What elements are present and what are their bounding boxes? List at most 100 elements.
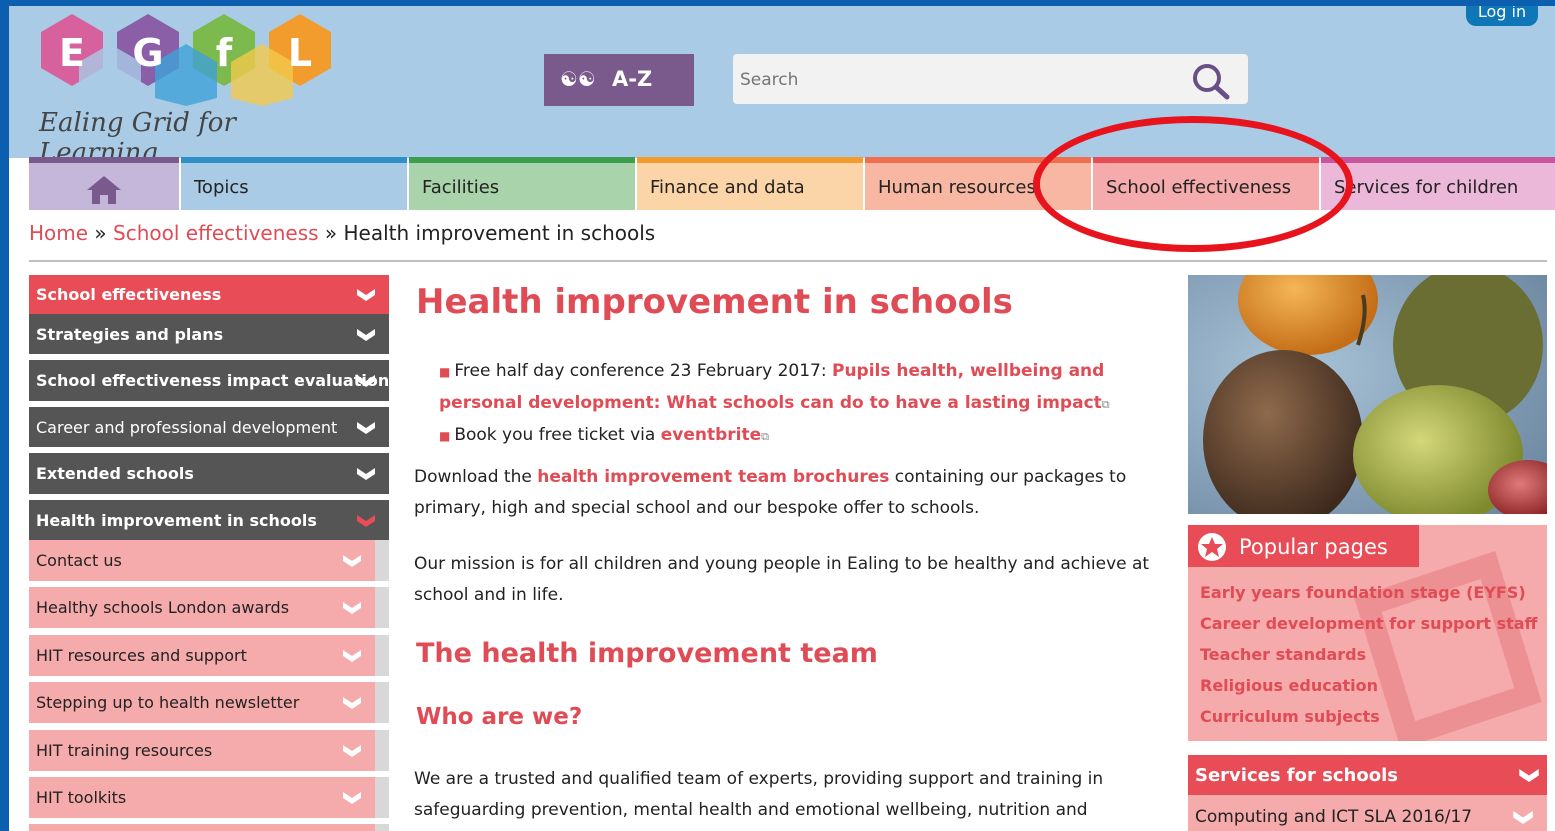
bullet-text: Free half day conference 23 February 201…: [454, 361, 832, 381]
left-menu-label: Health improvement in schools: [36, 511, 317, 530]
breadcrumb-current: Health improvement in schools: [343, 221, 656, 245]
left-menu-item[interactable]: School effectiveness: [29, 275, 389, 314]
left-menu-subitem[interactable]: HIT toolkits: [29, 777, 389, 818]
eventbrite-link[interactable]: eventbrite: [661, 425, 761, 445]
nav-home[interactable]: [29, 157, 179, 210]
nav-hr-label: Human resources: [878, 177, 1036, 198]
left-menu-label: School effectiveness: [36, 285, 222, 304]
breadcrumb-separator: »: [94, 221, 107, 245]
left-menu-subitem[interactable]: HIT training resources: [29, 730, 389, 771]
left-menu-item[interactable]: Career and professional development: [29, 407, 389, 447]
left-menu-sublabel: HIT resources and support: [36, 646, 247, 665]
popular-link[interactable]: Curriculum subjects: [1200, 707, 1380, 726]
nav-school-effectiveness-label: School effectiveness: [1106, 177, 1291, 198]
logo-letter-l: L: [288, 31, 312, 75]
popular-pages: Popular pages Early years foundation sta…: [1188, 525, 1547, 741]
paragraph-text: safeguarding prevention, mental health a…: [414, 800, 1088, 820]
chevron-down-icon: [343, 745, 361, 757]
a-z-button[interactable]: ☯☯ A-Z: [544, 54, 694, 106]
nav-topics-label: Topics: [194, 177, 249, 198]
popular-link[interactable]: Religious education: [1200, 676, 1378, 695]
logo-letter-g: G: [132, 31, 163, 75]
left-menu-label: Extended schools: [36, 464, 194, 483]
team-heading: The health improvement team: [416, 638, 878, 669]
search-box: [733, 54, 1248, 106]
page-title: Health improvement in schools: [416, 282, 1013, 322]
nav-school-effectiveness[interactable]: School effectiveness: [1093, 157, 1319, 210]
nav-finance-label: Finance and data: [650, 177, 805, 198]
search-input[interactable]: [733, 54, 1182, 106]
nav-services-label: Services for children: [1334, 177, 1519, 198]
popular-link[interactable]: Early years foundation stage (EYFS): [1200, 583, 1526, 602]
logo-letter-f: f: [216, 31, 233, 75]
nav-finance-and-data[interactable]: Finance and data: [637, 157, 863, 210]
left-menu-subitem[interactable]: Healthy schools London awards: [29, 587, 389, 628]
popular-pages-header: Popular pages: [1188, 525, 1419, 567]
chevron-down-icon: [343, 792, 361, 804]
chevron-down-icon: [357, 422, 375, 434]
login-button[interactable]: Log in: [1466, 6, 1538, 26]
left-menu-label: School effectiveness impact evaluation: [36, 371, 390, 390]
left-menu-subitem[interactable]: HIT resources and support: [29, 635, 389, 676]
nav-services-for-children[interactable]: Services for children: [1321, 157, 1555, 210]
popular-link[interactable]: Teacher standards: [1200, 645, 1366, 664]
conference-link[interactable]: Pupils health, wellbeing and: [832, 361, 1104, 381]
external-link-icon: ⧉: [761, 430, 769, 443]
nav-human-resources[interactable]: Human resources: [865, 157, 1091, 210]
chevron-down-icon: [1513, 811, 1533, 824]
left-menu-subitem[interactable]: Contact us: [29, 540, 389, 581]
chevron-down-icon: [343, 650, 361, 662]
bullet-text: Book you free ticket via: [454, 425, 661, 445]
chevron-down-icon: [357, 329, 375, 341]
left-menu-sublabel: HIT training resources: [36, 741, 213, 760]
left-menu-item[interactable]: School effectiveness impact evaluation: [29, 360, 389, 401]
paragraph-text: Our mission is for all children and youn…: [414, 554, 1150, 574]
fruit-image: [1188, 275, 1547, 514]
breadcrumb-home[interactable]: Home: [29, 221, 88, 245]
breadcrumb: Home » School effectiveness » Health imp…: [29, 221, 655, 245]
left-menu-item[interactable]: Strategies and plans: [29, 314, 389, 354]
brochures-link[interactable]: health improvement team brochures: [537, 467, 889, 487]
left-menu-subitem: [29, 824, 389, 831]
conference-link-cont[interactable]: personal development: What schools can d…: [439, 393, 1102, 413]
services-for-schools[interactable]: Services for schools: [1188, 755, 1547, 795]
left-menu-subitem[interactable]: Stepping up to health newsletter: [29, 682, 389, 723]
external-link-icon: ⧉: [1101, 398, 1110, 411]
main-nav: Topics Facilities Finance and data Human…: [29, 157, 1555, 210]
left-menu-item-active[interactable]: Health improvement in schools: [29, 500, 389, 540]
left-menu-label: Strategies and plans: [36, 325, 224, 344]
chevron-down-icon: [343, 602, 361, 614]
bullet-conference: ■ Free half day conference 23 February 20…: [439, 356, 1159, 452]
paragraph-text: Download the: [414, 467, 538, 487]
services-item-label: Computing and ICT SLA 2016/17: [1195, 807, 1473, 827]
home-icon: [87, 176, 121, 204]
who-heading: Who are we?: [416, 704, 583, 730]
download-paragraph: Download the health improvement team bro…: [414, 462, 1159, 524]
page-frame: Log in E G f L Ealing Grid for Learning …: [9, 6, 1555, 831]
services-item[interactable]: Computing and ICT SLA 2016/17: [1188, 795, 1547, 831]
nav-facilities[interactable]: Facilities: [409, 157, 635, 210]
divider: [29, 260, 1547, 262]
paragraph-text: We are a trusted and qualified team of e…: [414, 769, 1104, 789]
left-menu-item[interactable]: Extended schools: [29, 453, 389, 494]
left-menu-sublabel: HIT toolkits: [36, 788, 127, 807]
a-z-label: A-Z: [612, 67, 653, 91]
people-icon: ☯☯: [560, 67, 596, 91]
mission-paragraph: Our mission is for all children and youn…: [414, 549, 1159, 611]
left-menu-sublabel: Contact us: [36, 551, 122, 570]
who-paragraph: We are a trusted and qualified team of e…: [414, 764, 1159, 826]
site-logo[interactable]: E G f L Ealing Grid for Learning: [37, 12, 357, 168]
paragraph-text: primary, high and special school and our…: [414, 498, 980, 518]
site-header: Log in E G f L Ealing Grid for Learning …: [9, 6, 1555, 168]
paragraph-text: containing our packages to: [889, 467, 1127, 487]
chevron-down-icon: [343, 697, 361, 709]
left-menu-sublabel: Healthy schools London awards: [36, 598, 290, 617]
popular-link[interactable]: Career development for support staff: [1200, 614, 1538, 633]
nav-topics[interactable]: Topics: [181, 157, 407, 210]
breadcrumb-separator: »: [324, 221, 338, 245]
logo-hexagons: E G f L: [41, 14, 331, 106]
search-icon[interactable]: [1189, 62, 1233, 100]
star-icon: [1198, 533, 1226, 561]
breadcrumb-section[interactable]: School effectiveness: [113, 221, 319, 245]
popular-pages-title: Popular pages: [1239, 535, 1388, 559]
